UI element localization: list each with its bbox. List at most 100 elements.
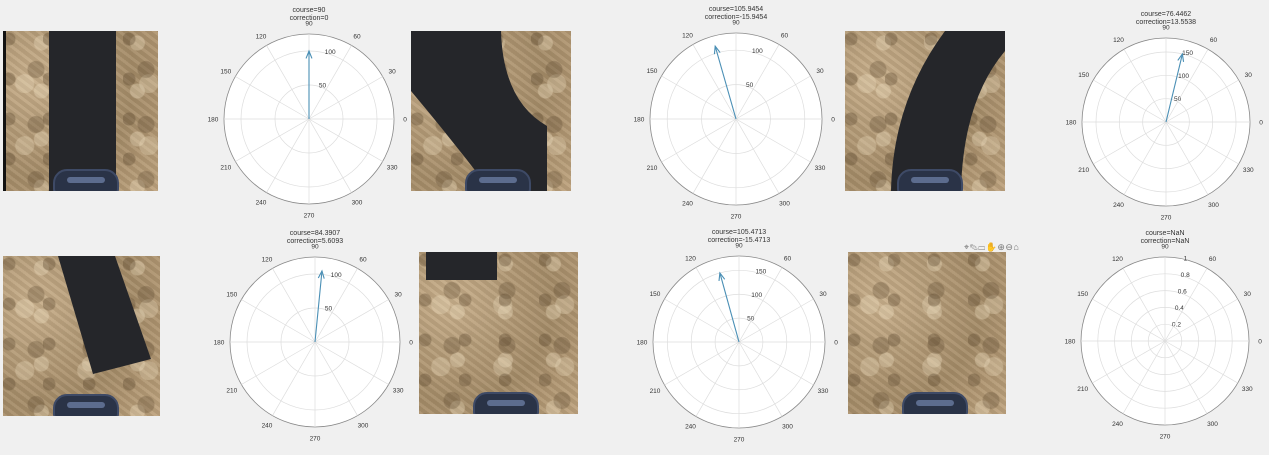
polar-svg: 0.20.40.60.81030609012015018021024027030… [1065,230,1263,441]
radial-tick-label: 100 [325,49,336,56]
angle-tick-label: 180 [637,340,648,347]
angle-tick-label: 180 [214,340,225,347]
plot-title-correction: correction=-15.9454 [705,14,768,21]
plot-title-course: course=105.9454 [709,6,763,13]
camera-image-3 [845,31,1005,191]
angle-tick-label: 180 [1066,120,1077,127]
radial-tick-label: 100 [331,272,342,279]
radial-tick-label: 50 [325,306,333,313]
angle-tick-label: 240 [685,424,696,431]
angle-tick-label: 330 [815,165,826,172]
plot-title-correction: correction=13.5538 [1136,19,1196,26]
plot-title-correction: correction=5.6093 [287,238,343,245]
angle-tick-label: 210 [226,388,237,395]
camera-image-2 [411,31,571,191]
radial-tick-label: 50 [319,83,327,90]
plot-title-course: course=90 [293,7,326,14]
angle-tick-label: 300 [782,424,793,431]
angle-tick-label: 30 [1244,291,1252,298]
angle-tick-label: 0 [1259,120,1263,127]
angle-tick-label: 210 [1078,167,1089,174]
angle-tick-label: 150 [1078,72,1089,79]
radial-tick-label: 100 [751,292,762,299]
angle-tick-label: 120 [1113,37,1124,44]
angle-tick-label: 0 [409,340,413,347]
angle-tick-label: 30 [1245,72,1253,79]
angle-tick-label: 30 [389,69,397,76]
angle-tick-label: 210 [647,165,658,172]
camera-image-1 [3,31,158,191]
angle-tick-label: 60 [781,32,789,39]
radial-tick-label: 0.6 [1178,288,1187,295]
angle-tick-label: 0 [403,117,407,124]
angle-tick-label: 150 [650,291,661,298]
camera-image-4 [3,256,160,416]
angle-tick-label: 30 [819,291,827,298]
angle-tick-label: 120 [1112,256,1123,263]
angle-tick-label: 210 [220,165,231,172]
radial-tick-label: 0.8 [1181,272,1190,279]
radial-tick-label: 1 [1184,255,1188,262]
angle-tick-label: 180 [1065,339,1076,346]
angle-tick-label: 300 [358,423,369,430]
angle-tick-label: 150 [220,69,231,76]
plot-title-correction: correction=-15.4713 [708,237,771,244]
radial-tick-label: 150 [1182,50,1193,57]
radial-tick-label: 100 [1178,73,1189,80]
angle-tick-label: 120 [256,33,267,40]
polar-plot-4: 50 100 0 30 60 90 120 150 180 210 240 270 300 330 cour… [208,225,422,454]
angle-tick-label: 60 [1210,37,1218,44]
angle-tick-label: 30 [816,68,824,75]
angle-tick-label: 270 [304,213,315,220]
angle-tick-label: 150 [647,68,658,75]
radial-tick-label: 150 [755,268,766,275]
angle-tick-label: 330 [1242,386,1253,393]
angle-tick-label: 270 [1161,215,1172,222]
angle-tick-label: 180 [208,117,219,124]
angle-tick-label: 270 [731,214,742,221]
plot-title-course: course=NaN [1145,230,1184,237]
polar-plot-5: 50 100 150 0 30 60 90 120 150 180 210 240 270 300 330 c… [631,224,847,455]
radial-tick-label: 50 [746,82,754,89]
angle-tick-label: 300 [1207,421,1218,428]
angle-tick-label: 300 [779,201,790,208]
radial-tick-label: 0.4 [1175,305,1184,312]
polar-svg: 501000306090120150180210240270300330cour… [634,6,836,221]
angle-tick-label: 330 [1243,167,1254,174]
figure-toolbar-icons[interactable]: ⌖✎▭✋⊕⊖⌂ [964,242,1019,253]
polar-svg: 501000306090120150180210240270300330cour… [214,230,414,443]
angle-tick-label: 300 [352,200,363,207]
angle-tick-label: 60 [784,255,792,262]
angle-tick-label: 270 [734,437,745,444]
radial-tick-label: 100 [752,48,763,55]
angle-tick-label: 60 [353,33,361,40]
angle-tick-label: 0 [1258,339,1262,346]
polar-plot-3: 50 100 150 0 30 60 90 120 150 180 210 240 270 300 330 c… [1060,6,1269,233]
angle-tick-label: 330 [393,388,404,395]
angle-tick-label: 240 [256,200,267,207]
angle-tick-label: 120 [262,256,273,263]
angle-tick-label: 240 [1113,202,1124,209]
angle-tick-label: 0 [831,117,835,124]
polar-svg: 501001500306090120150180210240270300330c… [637,229,839,444]
angle-tick-label: 180 [634,117,645,124]
radial-tick-label: 0.2 [1172,321,1181,328]
plot-title-correction: correction=NaN [1141,238,1190,245]
angle-tick-label: 270 [310,436,321,443]
angle-tick-label: 240 [682,201,693,208]
camera-image-6 [848,252,1006,414]
angle-tick-label: 300 [1208,202,1219,209]
polar-plot-6: 0.2 0.4 0.6 0.8 1 0 30 60 90 120 150 180 210 240 270 30… [1059,225,1269,452]
plot-title-correction: correction=0 [290,15,329,22]
angle-tick-label: 150 [1077,291,1088,298]
angle-tick-label: 240 [262,423,273,430]
polar-plot-1: 50 100 0 30 60 90 120 150 180 210 240 270 300 330 cour… [202,2,416,231]
angle-tick-label: 60 [359,256,367,263]
camera-image-5 [419,252,578,414]
plot-title-course: course=84.3907 [290,230,341,237]
plot-title-course: course=76.4462 [1141,11,1192,18]
plot-title-course: course=105.4713 [712,229,766,236]
angle-tick-label: 120 [682,32,693,39]
polar-plot-2: 50 100 0 30 60 90 120 150 180 210 240 270 300 330 cour… [628,1,844,232]
angle-tick-label: 330 [387,165,398,172]
